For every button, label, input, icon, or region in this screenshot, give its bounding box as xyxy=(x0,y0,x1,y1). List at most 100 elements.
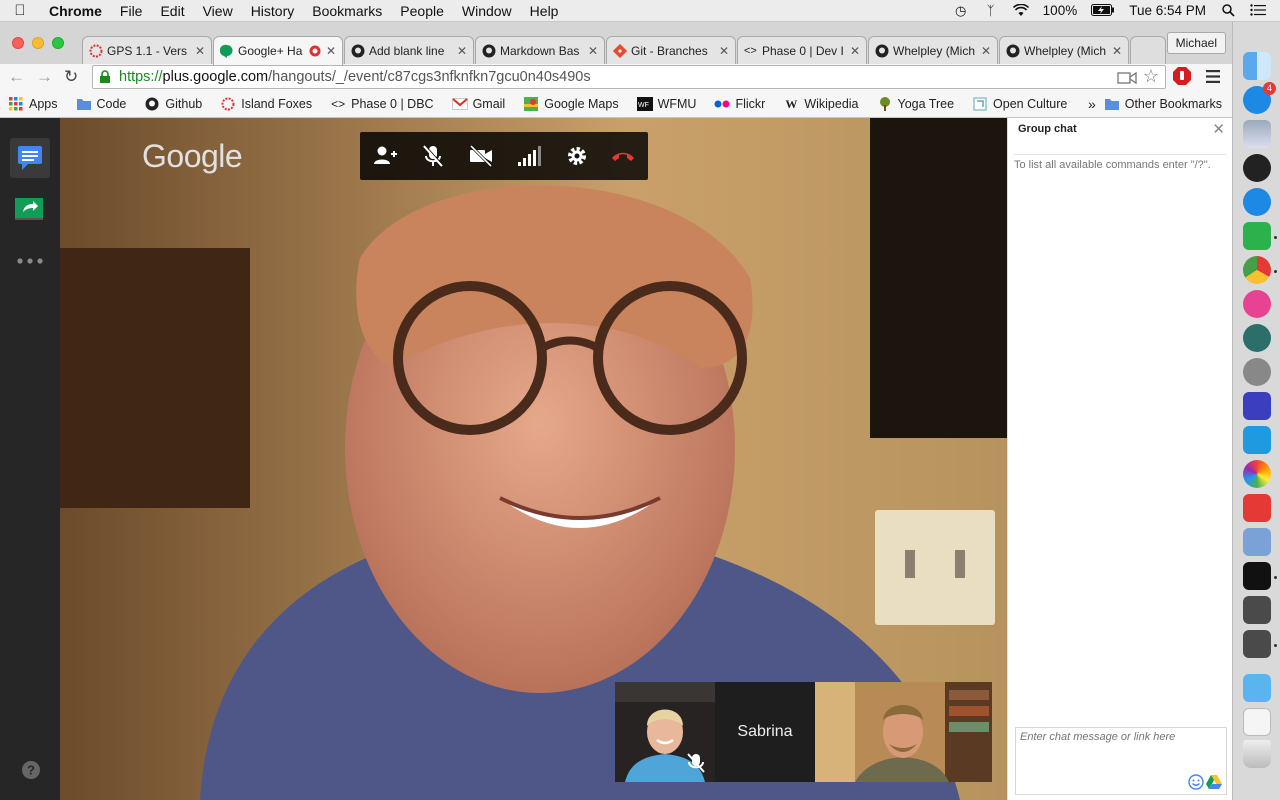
tab-whelpley-1[interactable]: Whelpley (Mich ✕ xyxy=(868,36,998,64)
participant-thumb-2[interactable]: Sabrina xyxy=(715,682,815,782)
window-close-button[interactable] xyxy=(12,37,24,49)
wunderlist-icon[interactable] xyxy=(1243,392,1271,420)
applications-folder-icon[interactable] xyxy=(1243,674,1271,702)
menu-help[interactable]: Help xyxy=(521,3,568,19)
menu-window[interactable]: Window xyxy=(453,3,521,19)
tab-hangouts[interactable]: Google+ Ha ✕ xyxy=(213,36,343,65)
bookmark-gmail[interactable]: Gmail xyxy=(451,97,505,111)
forward-arrow-icon[interactable]: → xyxy=(36,67,53,87)
chat-toggle-button[interactable] xyxy=(10,138,50,178)
tab-close-icon[interactable]: ✕ xyxy=(850,44,860,58)
bookmark-other[interactable]: Other Bookmarks xyxy=(1104,97,1222,111)
bookmark-phase0[interactable]: <> Phase 0 | DBC xyxy=(330,97,433,111)
tab-markdown[interactable]: Markdown Bas ✕ xyxy=(475,36,605,64)
tab-gps[interactable]: GPS 1.1 - Vers ✕ xyxy=(82,36,212,64)
bookmark-star-icon[interactable]: ☆ xyxy=(1143,65,1159,87)
profile-button[interactable]: Michael xyxy=(1166,32,1226,54)
menubar-clock[interactable]: Tue 6:54 PM xyxy=(1129,3,1206,18)
settings-gear-icon[interactable] xyxy=(564,144,590,168)
menu-file[interactable]: File xyxy=(111,3,152,19)
bookmark-open-culture[interactable]: Open Culture xyxy=(972,97,1067,111)
chrome-menu-icon[interactable] xyxy=(1206,70,1220,88)
tab-close-icon[interactable]: ✕ xyxy=(981,44,991,58)
preview-icon[interactable] xyxy=(1243,120,1271,148)
menu-app-name[interactable]: Chrome xyxy=(40,3,111,19)
finder-icon[interactable] xyxy=(1243,52,1271,80)
back-arrow-icon[interactable]: ← xyxy=(8,67,25,87)
google-drive-icon[interactable] xyxy=(1206,774,1222,790)
running-indicator xyxy=(1274,576,1277,579)
participant-thumb-3[interactable] xyxy=(815,682,992,782)
wordpress-icon[interactable] xyxy=(1243,426,1271,454)
notification-center-icon[interactable] xyxy=(1250,3,1266,18)
system-preferences-icon[interactable] xyxy=(1243,358,1271,386)
bookmark-code[interactable]: Code xyxy=(76,97,126,111)
trash-icon[interactable] xyxy=(1243,740,1271,768)
help-button[interactable]: ? xyxy=(21,760,41,780)
new-tab-button[interactable] xyxy=(1130,36,1166,64)
window-zoom-button[interactable] xyxy=(52,37,64,49)
itunes-icon[interactable] xyxy=(1243,290,1271,318)
bookmark-flickr[interactable]: Flickr xyxy=(714,97,765,111)
time-machine-icon[interactable]: ◷ xyxy=(953,3,969,18)
chat-title: Group chat xyxy=(1018,123,1077,135)
hangouts-left-rail: ? xyxy=(0,118,60,800)
menu-people[interactable]: People xyxy=(391,3,453,19)
camera-off-icon[interactable] xyxy=(468,144,494,168)
app-store-icon[interactable]: 4 xyxy=(1243,82,1276,114)
participant-thumb-1[interactable] xyxy=(615,682,715,782)
more-apps-button[interactable] xyxy=(16,254,44,266)
address-bar[interactable]: https://plus.google.com/hangouts/_/event… xyxy=(92,65,1166,89)
window-minimize-button[interactable] xyxy=(32,37,44,49)
terminal-icon[interactable] xyxy=(1243,562,1271,590)
time-machine-icon[interactable] xyxy=(1243,324,1271,352)
tab-close-icon[interactable]: ✕ xyxy=(719,44,729,58)
safari-icon[interactable] xyxy=(1243,188,1271,216)
bookmark-wikipedia[interactable]: W Wikipedia xyxy=(783,97,858,111)
apple-menu-icon[interactable]:  xyxy=(0,2,40,19)
bluetooth-icon[interactable]: ᛉ xyxy=(983,3,999,18)
reload-icon[interactable]: ↻ xyxy=(64,67,78,87)
bookmark-github[interactable]: Github xyxy=(144,97,202,111)
spotlight-search-icon[interactable] xyxy=(1220,3,1236,18)
menu-bookmarks[interactable]: Bookmarks xyxy=(303,3,391,19)
tab-whelpley-2[interactable]: Whelpley (Mich ✕ xyxy=(999,36,1129,64)
camera-in-use-icon[interactable] xyxy=(1117,70,1137,92)
chat-close-icon[interactable]: ✕ xyxy=(1212,120,1225,138)
facetime-icon[interactable] xyxy=(1243,222,1271,250)
tab-add-blank-line[interactable]: Add blank line ✕ xyxy=(344,36,474,64)
tab-close-icon[interactable]: ✕ xyxy=(457,44,467,58)
menu-view[interactable]: View xyxy=(194,3,242,19)
battery-charging-icon[interactable] xyxy=(1091,3,1115,18)
tab-git-branches[interactable]: Git - Branches ✕ xyxy=(606,36,736,64)
sublime-text-icon[interactable] xyxy=(1243,596,1271,624)
tab-phase0[interactable]: <> Phase 0 | Dev I ✕ xyxy=(737,36,867,64)
tab-close-icon[interactable]: ✕ xyxy=(588,44,598,58)
photos-icon[interactable] xyxy=(1243,460,1271,488)
tab-close-icon[interactable]: ✕ xyxy=(326,44,336,58)
sublime-text-icon[interactable] xyxy=(1243,630,1271,658)
hang-up-icon[interactable] xyxy=(610,144,636,168)
bookmark-google-maps[interactable]: Google Maps xyxy=(523,96,619,111)
chrome-icon[interactable] xyxy=(1243,256,1271,284)
bandwidth-signal-icon[interactable] xyxy=(516,144,542,168)
bookmark-island-foxes[interactable]: Island Foxes xyxy=(220,97,312,111)
image-capture-icon[interactable] xyxy=(1243,528,1271,556)
wunderlist-star-icon[interactable] xyxy=(1243,494,1271,522)
menu-history[interactable]: History xyxy=(242,3,304,19)
tab-close-icon[interactable]: ✕ xyxy=(195,44,205,58)
mic-muted-icon[interactable] xyxy=(420,144,446,168)
screenshare-button[interactable] xyxy=(14,196,46,222)
bookmark-yoga-tree[interactable]: Yoga Tree xyxy=(877,96,954,111)
documents-icon[interactable] xyxy=(1243,708,1271,736)
dashboard-icon[interactable] xyxy=(1243,154,1271,182)
bookmark-apps[interactable]: Apps xyxy=(8,96,58,111)
bookmark-wfmu[interactable]: WF WFMU xyxy=(636,96,696,111)
tab-close-icon[interactable]: ✕ xyxy=(1112,44,1122,58)
menu-edit[interactable]: Edit xyxy=(151,3,193,19)
emoji-icon[interactable] xyxy=(1188,774,1204,790)
extension-adblock-icon[interactable] xyxy=(1172,66,1192,86)
invite-people-icon[interactable] xyxy=(372,144,398,168)
wifi-icon[interactable] xyxy=(1012,3,1029,18)
bookmarks-overflow-button[interactable]: » xyxy=(1088,96,1096,112)
